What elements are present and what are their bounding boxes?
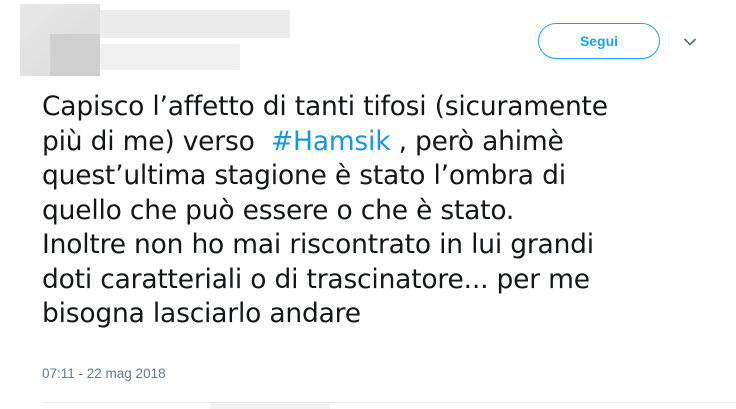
hashtag-link[interactable]: #Hamsik xyxy=(271,126,391,157)
display-name-blurred[interactable] xyxy=(100,10,290,38)
tweet-line: più di me) verso #Hamsik , però ahimè xyxy=(42,125,722,160)
chevron-down-icon[interactable] xyxy=(682,34,698,50)
tweet-line: quest’ultima stagione è stato l’ombra di xyxy=(42,160,566,191)
tweet-text-segment: , però ahimè xyxy=(390,125,564,157)
tweet-line: bisogna lasciarlo andare xyxy=(42,298,361,329)
tweet-line: Inoltre non ho mai riscontrato in lui gr… xyxy=(42,229,594,260)
action-bar-blurred xyxy=(210,403,330,409)
tweet-line: Capisco l’affetto di tanti tifosi (sicur… xyxy=(42,91,608,122)
tweet-text: Capisco l’affetto di tanti tifosi (sicur… xyxy=(42,90,722,332)
username-blurred[interactable] xyxy=(100,44,240,70)
avatar[interactable] xyxy=(20,4,100,76)
tweet-text-segment: più di me) verso xyxy=(42,125,272,157)
tweet-line: doti caratteriali o di trascinatore... p… xyxy=(42,263,590,295)
tweet-line: quello che può essere o che è stato. xyxy=(42,194,515,226)
divider xyxy=(42,402,736,403)
tweet-timestamp[interactable]: 07:11 - 22 mag 2018 xyxy=(42,366,166,381)
avatar-blur xyxy=(50,34,100,76)
follow-button[interactable]: Segui xyxy=(538,23,660,59)
